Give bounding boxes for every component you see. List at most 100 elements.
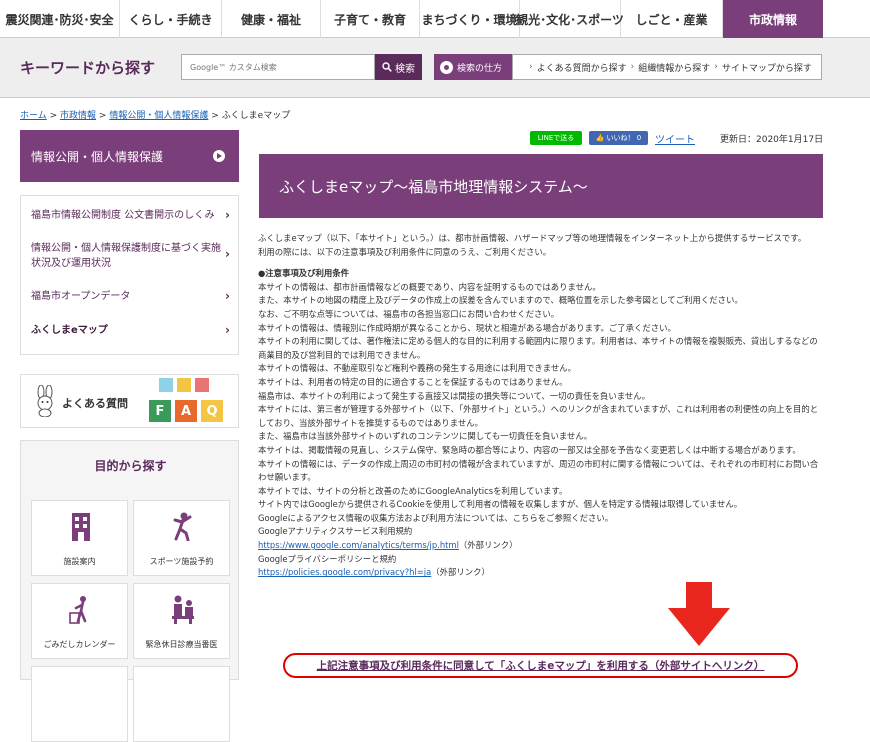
chevron-right-icon: ›	[225, 247, 230, 261]
tweet-link[interactable]: ツイート	[655, 131, 695, 146]
faq-block-a: A	[175, 400, 197, 422]
notice-line: サイト内ではGoogleから提供されるCookieを使用して利用者の情報を収集し…	[258, 499, 743, 510]
faq-label: よくある質問	[62, 397, 128, 410]
rabbit-mascot-icon	[37, 385, 53, 417]
facebook-like-button[interactable]: 👍 いいね！ 0	[589, 131, 648, 145]
line-share-button[interactable]: LINEで送る	[530, 131, 582, 145]
notice-line: また、福島市は当該外部サイトのいずれのコンテンツに関しても一切責任を負いません。	[258, 431, 593, 442]
notice-line: 本サイトの情報は、情報別に作成時期が異なることから、現状と相違がある場合がありま…	[258, 322, 676, 333]
find-by-organization-link[interactable]: 組織情報から探す	[638, 61, 710, 74]
purpose-sports-booking[interactable]: スポーツ施設予約	[133, 500, 230, 576]
search-howto-label: 検索の仕方	[457, 63, 503, 74]
purpose-sports-booking-label: スポーツ施設予約	[149, 557, 214, 566]
nav-tourism-culture-sports[interactable]: 観光･文化･スポーツ	[516, 0, 624, 38]
breadcrumb-separator: >	[211, 111, 219, 121]
purpose-facilities-label: 施設案内	[63, 557, 96, 566]
sidebar-item-open-data[interactable]: 福島市オープンデータ	[31, 289, 231, 304]
notice-line: また、本サイトの地図の精度上及びデータの作成上の誤差を含んでいますので、概略位置…	[258, 295, 743, 306]
ga-terms-row: https://www.google.com/analytics/terms/j…	[258, 539, 824, 553]
trash-bin-icon	[69, 596, 87, 624]
sidebar-list: 福島市情報公開制度 公文書開示のしくみ › 情報公開・個人情報保護制度に基づく実…	[20, 195, 239, 355]
notice-line: 本サイトには、第三者が管理する外部サイト（以下、「外部サイト」という。）へのリン…	[258, 404, 819, 428]
gear-icon	[440, 60, 453, 74]
notice-line: Googleアナリティクスサービス利用規約	[258, 526, 413, 537]
nav-health-welfare[interactable]: 健康・福祉	[222, 0, 321, 38]
notice-heading: ●注意事項及び利用条件	[258, 268, 350, 279]
find-by-sitemap-link[interactable]: サイトマップから探す	[722, 61, 812, 74]
sidebar-item-disclosure-system[interactable]: 福島市情報公開制度 公文書開示のしくみ	[31, 208, 231, 223]
notice-line: 本サイトは、掲載情報の見直し、システム保守、緊急時の都合等により、内容の一部又は…	[258, 444, 801, 455]
chevron-right-icon: ›	[714, 62, 718, 72]
chevron-right-icon: ›	[225, 323, 230, 337]
notice-line: Googleによるアクセス情報の収集方法および利用方法については、こちらをご参照…	[258, 512, 614, 523]
sports-icon	[173, 512, 192, 541]
main-content: ふくしまeマップ（以下、「本サイト」という。）は、都市計画情報、ハザードマップ等…	[258, 232, 824, 580]
external-link-note: （外部リンク）	[431, 567, 490, 578]
breadcrumb: ホーム > 市政情報 > 情報公開・個人情報保護 > ふくしまeマップ	[20, 108, 290, 121]
chevron-right-icon: ›	[225, 208, 230, 222]
nav-city-info[interactable]: 市政情報	[723, 0, 823, 38]
breadcrumb-home[interactable]: ホーム	[20, 111, 47, 121]
sidebar-heading[interactable]: 情報公開・個人情報保護	[20, 130, 239, 182]
purpose-garbage-calendar[interactable]: ごみだしカレンダー	[31, 583, 128, 659]
purpose-facilities[interactable]: 施設案内	[31, 500, 128, 576]
breadcrumb-current: ふくしまeマップ	[221, 111, 291, 121]
breadcrumb-disclosure[interactable]: 情報公開・個人情報保護	[109, 111, 208, 121]
external-link-note: （外部リンク）	[458, 540, 518, 551]
chevron-right-icon: ›	[630, 62, 635, 72]
faq-block-q: Q	[201, 400, 223, 422]
privacy-title: Googleプライバシーポリシーと規約	[258, 553, 397, 564]
sidebar-item-operation-status[interactable]: 情報公開・個人情報保護制度に基づく実施状況及び運用状況	[31, 241, 221, 271]
purpose-title: 目的から探す	[94, 459, 167, 473]
find-by-faq-link[interactable]: よくある質問から探す	[537, 61, 627, 74]
notice-line: 本サイトの利用に関しては、著作権法に定める個人的な目的に利用する範囲内に限ります…	[258, 336, 818, 360]
notice-line: なお、ご不明な点等については、福島市の各担当窓口にお問い合わせください。	[258, 308, 560, 319]
global-nav: 震災関連･防災･安全 くらし・手続き 健康・福祉 子育て・教育 まちづくり・環境…	[0, 0, 870, 38]
search-input[interactable]	[181, 54, 375, 80]
privacy-policy-link[interactable]: https://policies.google.com/privacy?hl=j…	[258, 567, 431, 577]
use-emap-link[interactable]: 上記注意事項及び利用条件に同意して「ふくしまeマップ」を利用する（外部サイトへリ…	[317, 658, 765, 673]
building-icon	[72, 513, 90, 541]
notice-line: 本サイトの情報は、都市計画情報などの概要であり、内容を証明するものではありません…	[258, 281, 601, 292]
nav-living[interactable]: くらし・手続き	[120, 0, 222, 38]
faq-block-f: F	[149, 400, 171, 422]
search-button[interactable]: 検索	[375, 54, 422, 80]
nav-town-environment[interactable]: まちづくり・環境	[420, 0, 520, 38]
purpose-panel: 目的から探す 施設案内 スポーツ施設予約 ごみだしカレンダー 緊急休日診療当番医	[20, 440, 239, 742]
intro-paragraph: 利用の際には、以下の注意事項及び利用条件に同意のうえ、ご利用ください。	[258, 246, 552, 257]
faq-banner[interactable]: よくある質問 F A Q	[20, 374, 239, 428]
purpose-tile[interactable]	[31, 666, 128, 742]
ga-terms-link[interactable]: https://www.google.com/analytics/terms/j…	[258, 540, 459, 550]
search-button-label: 検索	[395, 63, 415, 75]
purpose-emergency-clinic[interactable]: 緊急休日診療当番医	[133, 583, 230, 659]
nav-childcare-education[interactable]: 子育て・教育	[321, 0, 420, 38]
breadcrumb-separator: >	[49, 111, 58, 121]
cta-frame: 上記注意事項及び利用条件に同意して「ふくしまeマップ」を利用する（外部サイトへリ…	[283, 653, 798, 678]
nav-disaster-safety[interactable]: 震災関連･防災･安全	[0, 0, 120, 38]
breadcrumb-city-info[interactable]: 市政情報	[60, 111, 96, 121]
notice-line: 本サイトの情報は、不動産取引など権利や義務の発生する用途には利用できません。	[258, 363, 576, 374]
page-title: ふくしまeマップ～福島市地理情報システム～	[259, 154, 823, 218]
thumbs-up-icon: 👍	[595, 134, 605, 142]
chevron-right-icon: ›	[225, 289, 230, 303]
chevron-right-icon: ›	[529, 62, 533, 72]
breadcrumb-separator: >	[98, 111, 107, 121]
keyword-search-title: キーワードから探す	[20, 59, 156, 77]
purpose-emergency-clinic-label: 緊急休日診療当番医	[145, 640, 218, 649]
circle-arrow-icon	[213, 150, 225, 162]
keyword-search-bar: キーワードから探す 検索 検索の仕方 › よくある質問から探す › 組織情報から…	[0, 38, 870, 98]
search-howto-button[interactable]: 検索の仕方	[434, 54, 522, 80]
search-icon	[382, 62, 392, 72]
sidebar-item-emap[interactable]: ふくしまeマップ	[31, 323, 231, 338]
purpose-tile[interactable]	[133, 666, 230, 742]
purpose-garbage-calendar-label: ごみだしカレンダー	[43, 640, 116, 649]
notice-line: 福島市は、本サイトの利用によって発生する直接又は間接の損失等について、一切の責任…	[258, 390, 651, 401]
notice-line: 本サイトでは、サイトの分析と改善のためにGoogleAnalyticsを利用して…	[258, 485, 568, 496]
notice-line: 本サイトの情報には、データの作成上周辺の市町村の情報が含まれていますが、周辺の市…	[258, 458, 819, 483]
updated-date: 更新日：2020年1月17日	[720, 135, 824, 145]
sidebar-heading-label: 情報公開・個人情報保護	[31, 149, 164, 164]
notice-line: 本サイトは、利用者の特定の目的に適合することを保証するものではありません。	[258, 376, 568, 387]
intro-paragraph: ふくしまeマップ（以下、「本サイト」という。）は、都市計画情報、ハザードマップ等…	[258, 233, 807, 243]
faq-blocks-icon: F A Q	[149, 378, 237, 426]
nav-work-industry[interactable]: しごと・産業	[621, 0, 723, 38]
